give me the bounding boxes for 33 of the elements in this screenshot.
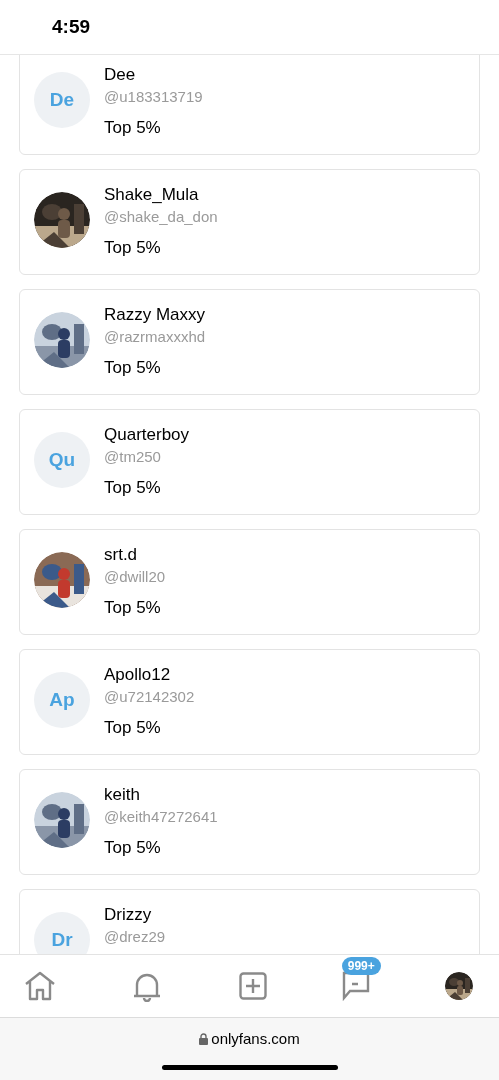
user-handle[interactable]: @shake_da_don [104, 206, 218, 228]
user-handle[interactable]: @tm250 [104, 446, 190, 468]
home-icon[interactable] [24, 971, 56, 1001]
user-handle[interactable]: @keith47272641 [104, 806, 218, 828]
rank-label: Top 5% [104, 597, 162, 619]
user-handle[interactable]: @razrmaxxxhd [104, 326, 206, 348]
user-name[interactable]: Drizzy [104, 904, 166, 926]
rank-label: Top 5% [104, 837, 162, 859]
url-text[interactable]: onlyfans.com [211, 1030, 300, 1047]
user-handle[interactable]: @u72142302 [104, 686, 195, 708]
user-name[interactable]: keith [104, 784, 218, 806]
user-handle[interactable]: @drez29 [104, 926, 166, 948]
user-name[interactable]: Dee [104, 64, 203, 86]
user-handle[interactable]: @dwill20 [104, 566, 166, 588]
rank-label: Top 5% [104, 717, 162, 739]
add-post-icon[interactable] [238, 972, 267, 1000]
rank-label: Top 5% [104, 117, 162, 139]
avatar-initials[interactable]: Ap [34, 672, 90, 728]
user-name[interactable]: Apollo12 [104, 664, 195, 686]
avatar-initials[interactable]: Dr [34, 912, 90, 954]
user-name[interactable]: Quarterboy [104, 424, 190, 446]
status-time: 4:59 [52, 16, 91, 38]
rank-label: Top 5% [104, 477, 162, 499]
notification-badge: 999+ [341, 957, 381, 975]
rank-label: Top 5% [104, 357, 162, 379]
rank-label: Top 5% [104, 237, 162, 259]
user-name[interactable]: Razzy Maxxy [104, 304, 206, 326]
user-handle[interactable]: @u183313719 [104, 86, 203, 108]
avatar-initials[interactable]: Qu [34, 432, 90, 488]
user-name[interactable]: Shake_Mula [104, 184, 218, 206]
avatar-initials[interactable]: De [34, 72, 90, 128]
user-name[interactable]: srt.d [104, 544, 166, 566]
lock-icon [199, 1032, 209, 1045]
